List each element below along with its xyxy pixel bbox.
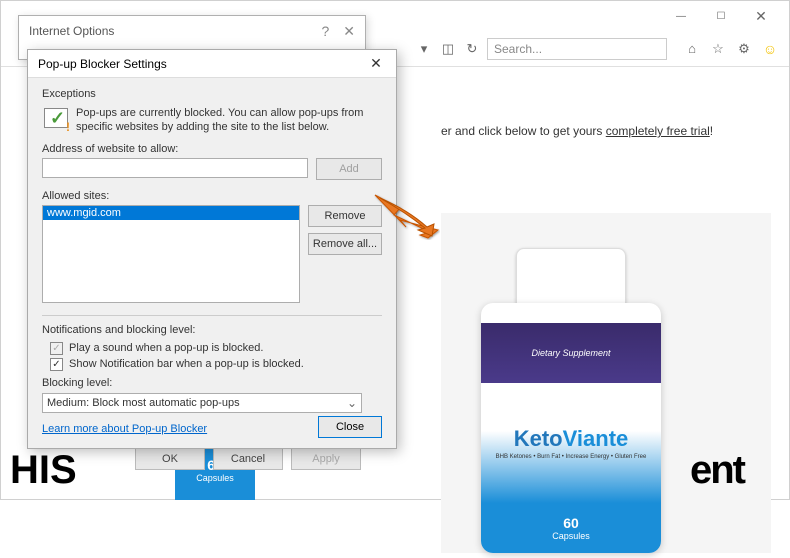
window-close-button[interactable]: ✕ (741, 2, 781, 30)
popup-blocker-dialog: Pop-up Blocker Settings ✕ Exceptions ! P… (27, 49, 397, 449)
bottle-label-bottom: 60 Capsules (481, 503, 661, 553)
divider (42, 315, 382, 316)
remove-all-button[interactable]: Remove all... (308, 233, 382, 255)
sound-checkbox (50, 342, 63, 355)
learn-more-link[interactable]: Learn more about Pop-up Blocker (42, 423, 207, 435)
bottle-label-top: Dietary Supplement (481, 323, 661, 383)
allowed-sites-list[interactable]: www.mgid.com (42, 205, 300, 303)
add-button: Add (316, 158, 382, 180)
notification-bar-label: Show Notification bar when a pop-up is b… (69, 358, 304, 370)
pb-title-text: Pop-up Blocker Settings (38, 57, 167, 71)
address-label: Address of website to allow: (42, 143, 382, 155)
address-input[interactable] (42, 158, 308, 178)
bottle-label-middle: KetoViante BHB Ketones • Burn Fat • Incr… (481, 383, 661, 503)
dietary-text: Dietary Supplement (531, 348, 610, 358)
home-icon[interactable]: ⌂ (683, 40, 701, 58)
headline-right: ent (690, 450, 744, 490)
notifications-header: Notifications and blocking level: (42, 324, 382, 336)
allowed-site-item[interactable]: www.mgid.com (43, 206, 299, 220)
capsules-number: 60 (563, 515, 579, 531)
exceptions-icon: ! (42, 106, 68, 132)
blocking-level-select[interactable]: Medium: Block most automatic pop-ups (42, 393, 362, 413)
sound-checkbox-label: Play a sound when a pop-up is blocked. (69, 342, 263, 354)
notification-bar-checkbox[interactable] (50, 358, 63, 371)
brand-subline: BHB Ketones • Burn Fat • Increase Energy… (496, 454, 647, 460)
refresh-icon[interactable]: ↻ (463, 40, 481, 58)
io-button-row: OK Cancel Apply (135, 448, 361, 470)
pb-close-button[interactable]: Close (318, 416, 382, 438)
headline-left: HIS (10, 450, 77, 490)
promo-post: ! (710, 124, 713, 138)
maximize-button[interactable]: ☐ (701, 2, 741, 30)
minimize-button[interactable]: — (661, 2, 701, 30)
allowed-sites-label: Allowed sites: (42, 190, 382, 202)
io-title-text: Internet Options (29, 24, 114, 38)
stop-icon[interactable]: ◫ (439, 40, 457, 58)
remove-button[interactable]: Remove (308, 205, 382, 227)
io-close-icon[interactable]: ✕ (343, 23, 355, 40)
bottle-body: Dietary Supplement KetoViante BHB Ketone… (481, 303, 661, 553)
exceptions-text: Pop-ups are currently blocked. You can a… (76, 106, 382, 135)
bottle-cap (516, 248, 626, 308)
dropdown-icon[interactable]: ▾ (415, 40, 433, 58)
blocking-level-label: Blocking level: (42, 377, 382, 389)
brand-name: KetoViante (514, 426, 629, 452)
capsules-text: Capsules (552, 531, 590, 541)
promo-link[interactable]: completely free trial (606, 124, 710, 138)
io-apply-button: Apply (291, 448, 361, 470)
favorites-icon[interactable]: ☆ (709, 40, 727, 58)
pb-body: Exceptions ! Pop-ups are currently block… (28, 78, 396, 445)
pb-close-icon[interactable]: ✕ (366, 55, 386, 72)
product-area: Dietary Supplement KetoViante BHB Ketone… (441, 213, 771, 553)
io-help-icon[interactable]: ? (321, 23, 329, 40)
search-input[interactable]: Search... (487, 38, 667, 60)
settings-gear-icon[interactable]: ⚙ (735, 40, 753, 58)
promo-pre: er and click below to get yours (441, 124, 606, 138)
pb-titlebar: Pop-up Blocker Settings ✕ (28, 50, 396, 78)
io-ok-button[interactable]: OK (135, 448, 205, 470)
smiley-icon[interactable]: ☺ (761, 40, 779, 58)
product-bottle: Dietary Supplement KetoViante BHB Ketone… (471, 248, 671, 558)
exceptions-header: Exceptions (42, 88, 382, 100)
io-cancel-button[interactable]: Cancel (213, 448, 283, 470)
promo-text: er and click below to get yours complete… (441, 124, 713, 138)
small-caps-text: Capsules (196, 473, 234, 483)
io-titlebar: Internet Options ? ✕ (19, 16, 365, 46)
